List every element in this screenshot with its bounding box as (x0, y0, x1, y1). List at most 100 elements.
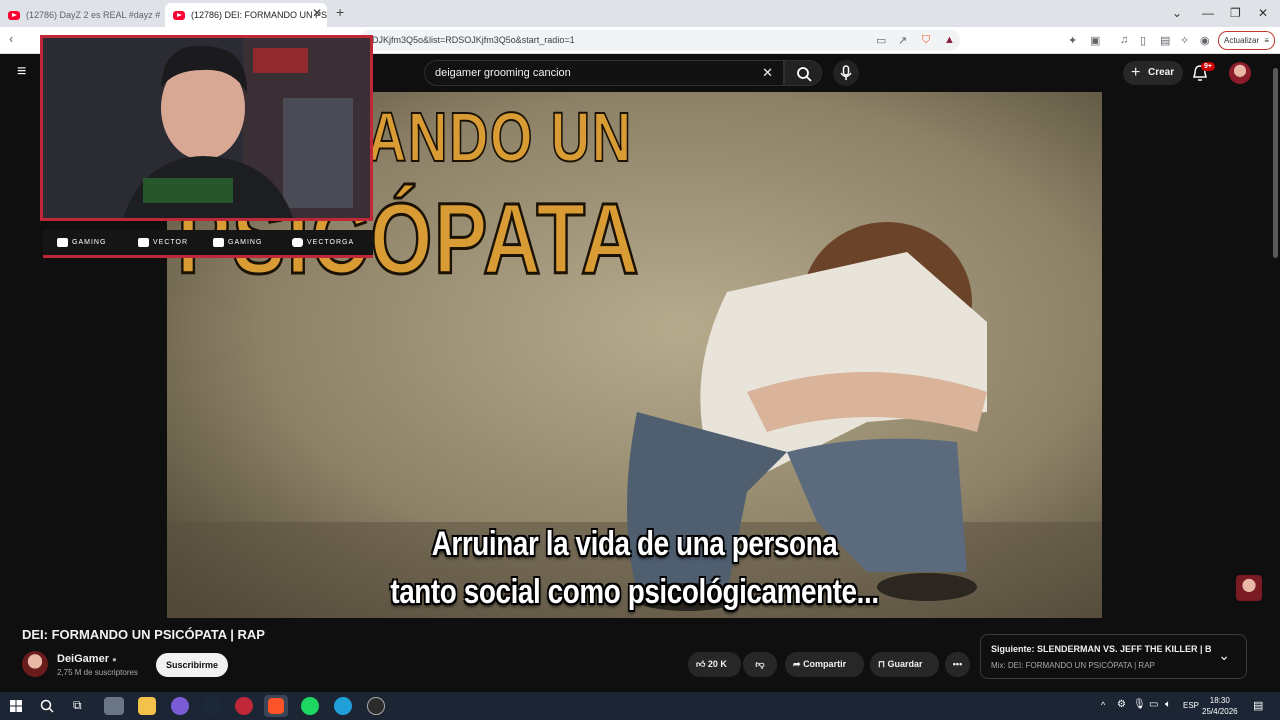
taskbar-app-1-icon[interactable] (104, 697, 124, 715)
plus-icon: + (1131, 64, 1141, 81)
subtitle-line: tanto social como psicológicamente... (390, 573, 879, 611)
webcam-feed (43, 38, 370, 218)
volume-icon[interactable]: 🔈︎ (1165, 699, 1171, 710)
tab-search-icon[interactable]: ▤ (1160, 34, 1170, 47)
video-title: DEI: FORMANDO UN PSICÓPATA | RAP (22, 627, 265, 642)
share-button[interactable]: ➦ Compartir (785, 652, 864, 677)
search-icon (797, 67, 812, 82)
channel-avatar[interactable] (22, 651, 48, 677)
brave-shield-icon[interactable]: ⛉ (922, 34, 930, 47)
microphone-icon (840, 65, 852, 80)
search-input[interactable]: deigamer grooming cancion ✕ (424, 60, 784, 86)
back-icon[interactable]: ‹ (9, 31, 13, 46)
like-count: 20 K (707, 659, 727, 669)
video-subtitles: Arruinar la vida de una persona tanto so… (251, 520, 1018, 616)
edge-icon[interactable] (334, 697, 352, 715)
share-page-icon[interactable]: ↗ (898, 34, 907, 47)
minimize-icon[interactable]: — (1202, 6, 1214, 20)
opera-icon[interactable] (235, 697, 253, 715)
windows-taskbar: ⧉ ^ ⚙ 🎙︎ ▭ 🔈︎ ESP 18:30 25/4/2026 ▤ (0, 692, 1280, 720)
search-query: deigamer grooming cancion (435, 67, 571, 79)
tab-deigamer[interactable]: (12786) DEI: FORMANDO UN PS (165, 3, 327, 27)
dislike-button[interactable]: 👎︎ (743, 652, 777, 677)
tray-chevron-icon[interactable]: ^ (1101, 700, 1105, 710)
sidebar-icon[interactable]: ▯ (1140, 34, 1146, 47)
microphone-tray-icon[interactable]: 🎙︎ (1133, 699, 1146, 710)
brave-rewards-icon[interactable]: ▲ (944, 34, 955, 46)
obs-icon[interactable] (367, 697, 385, 715)
subtitle-line: Arruinar la vida de una persona (431, 525, 838, 563)
up-next-title: Siguiente: SLENDERMAN VS. JEFF THE KILLE… (991, 644, 1211, 654)
system-clock[interactable]: 18:30 25/4/2026 (1202, 695, 1238, 717)
vpn-icon[interactable]: ◉ (1200, 34, 1210, 47)
up-next-card[interactable]: Siguiente: SLENDERMAN VS. JEFF THE KILLE… (980, 634, 1247, 679)
tray-app-icon[interactable]: ⚙ (1117, 699, 1126, 710)
clear-search-icon[interactable]: ✕ (762, 61, 773, 85)
tab-title: (12786) DayZ 2 es REAL #dayz #days (26, 10, 160, 20)
search-button[interactable] (784, 60, 822, 86)
thumbnail-title-line1: ANDO UN (366, 97, 633, 177)
thumbs-down-icon: 👎︎ (755, 659, 765, 669)
notification-center-icon[interactable]: ▤ (1253, 699, 1263, 712)
twitter-social: GAMING (213, 238, 262, 247)
chat-app-icon[interactable] (171, 697, 189, 715)
file-explorer-icon[interactable] (138, 697, 156, 715)
address-bar[interactable]: DJKjfm3Q5o&list=RDSOJKjfm3Q5o&start_radi… (360, 30, 960, 51)
instagram-icon (292, 238, 303, 247)
youtube-icon (57, 238, 68, 247)
thumbs-up-icon: 👍︎ (696, 659, 706, 669)
tab-dayz[interactable]: (12786) DayZ 2 es REAL #dayz #days (0, 3, 160, 27)
instagram-social: VECTORGA (292, 238, 354, 247)
search-icon[interactable] (40, 699, 54, 713)
subscribe-button[interactable]: Suscribirme (156, 653, 228, 677)
voice-search-button[interactable] (833, 60, 859, 86)
windows-start-icon[interactable] (10, 700, 22, 712)
verified-icon: ● (112, 655, 117, 664)
extensions-icon[interactable]: ✦ (1068, 34, 1077, 47)
close-window-icon[interactable]: ✕ (1258, 6, 1268, 20)
twitch-social: VECTOR (138, 238, 188, 247)
player-letterbox-right (1102, 92, 1272, 618)
update-button[interactable]: Actualizar ≡ (1218, 31, 1275, 50)
browser-tab-strip: (12786) DayZ 2 es REAL #dayz #days (1278… (0, 0, 1280, 27)
brave-active-slot[interactable] (264, 695, 288, 717)
account-avatar[interactable] (1229, 62, 1251, 84)
more-icon: ••• (952, 659, 963, 669)
page-scrollbar[interactable] (1272, 54, 1280, 692)
channel-watermark[interactable] (1236, 575, 1262, 601)
scrollbar-thumb[interactable] (1273, 68, 1278, 258)
more-actions-button[interactable]: ••• (945, 652, 970, 677)
share-icon: ➦ (793, 659, 801, 669)
url-text: DJKjfm3Q5o&list=RDSOJKjfm3Q5o&start_radi… (372, 35, 575, 45)
menu-icon: ≡ (1264, 36, 1269, 45)
youtube-favicon-icon (8, 10, 20, 20)
input-language[interactable]: ESP (1183, 701, 1199, 710)
tab-title: (12786) DEI: FORMANDO UN PS (191, 10, 327, 20)
brave-icon (268, 698, 284, 714)
notification-badge: 9+ (1201, 62, 1215, 71)
chevron-down-icon[interactable]: ⌄ (1172, 6, 1182, 20)
up-next-subtitle: Mix: DEI: FORMANDO UN PSICÓPATA | RAP (991, 661, 1155, 670)
task-view-icon[interactable]: ⧉ (73, 698, 82, 713)
network-icon[interactable]: ▭ (1149, 699, 1158, 710)
new-tab-icon[interactable]: + (336, 4, 344, 20)
restore-icon[interactable]: ❐ (1230, 6, 1241, 20)
wallet-icon[interactable]: ▣ (1090, 34, 1100, 47)
media-icon[interactable]: ♫ (1120, 34, 1128, 46)
spotify-icon[interactable] (301, 697, 319, 715)
subscriber-count: 2,75 M de suscriptores (57, 668, 138, 677)
save-button[interactable]: ⊓ Guardar (870, 652, 939, 677)
leo-ai-icon[interactable]: ✧ (1180, 34, 1189, 47)
close-tab-icon[interactable]: ✕ (312, 6, 322, 20)
twitter-icon (213, 238, 224, 247)
create-button[interactable]: + Crear (1123, 61, 1183, 85)
like-button[interactable]: 👍︎ 20 K (688, 652, 741, 677)
cast-icon[interactable]: ▭ (876, 34, 886, 47)
steam-icon[interactable] (203, 697, 221, 715)
twitch-icon (138, 238, 149, 247)
channel-name[interactable]: DeiGamer ● (57, 653, 117, 665)
youtube-favicon-icon (173, 10, 185, 20)
hamburger-menu-icon[interactable]: ≡ (17, 63, 26, 81)
youtube-social: GAMING (57, 238, 106, 247)
chevron-down-icon[interactable]: ⌄ (1218, 647, 1230, 664)
